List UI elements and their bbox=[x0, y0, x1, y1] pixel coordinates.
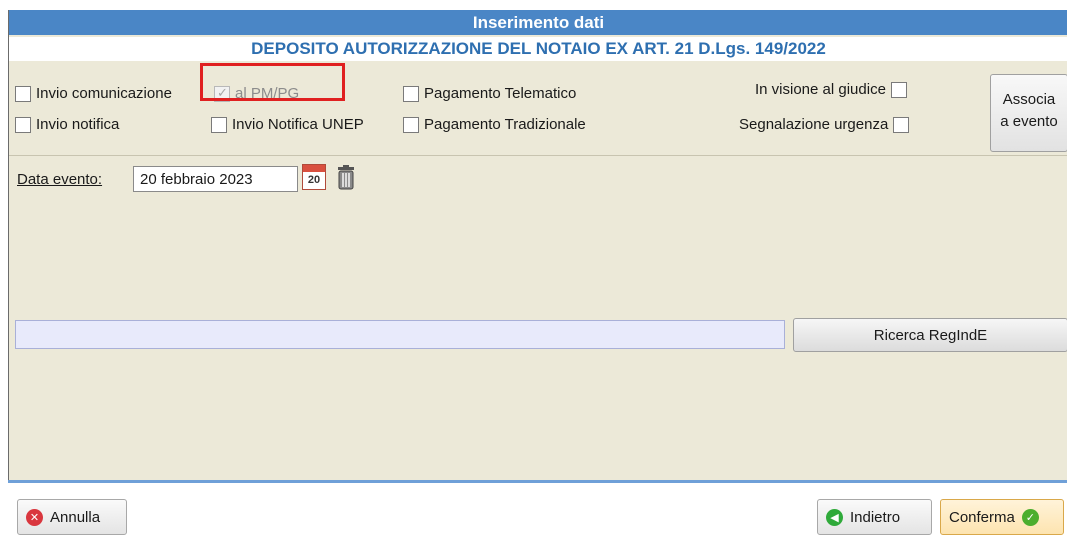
in-visione-giudice-label: In visione al giudice bbox=[755, 81, 886, 98]
indietro-button[interactable]: ◀ Indietro bbox=[817, 499, 932, 535]
indietro-label: Indietro bbox=[850, 508, 901, 526]
annulla-label: Annulla bbox=[50, 508, 101, 526]
calendar-icon[interactable]: 20 bbox=[302, 164, 326, 190]
check-circle-icon: ✓ bbox=[1021, 508, 1039, 526]
window-subtitle: DEPOSITO AUTORIZZAZIONE DEL NOTAIO EX AR… bbox=[9, 37, 1067, 61]
regind-search-input[interactable] bbox=[15, 320, 785, 349]
invio-notifica-unep-label: Invio Notifica UNEP bbox=[232, 116, 364, 133]
invio-notifica-label: Invio notifica bbox=[36, 116, 120, 133]
back-arrow-circle-icon: ◀ bbox=[826, 508, 843, 526]
window-title: Inserimento dati bbox=[9, 10, 1067, 35]
segnalazione-urgenza-checkbox[interactable] bbox=[893, 116, 910, 133]
inserimento-dati-window: Inserimento dati DEPOSITO AUTORIZZAZIONE… bbox=[8, 10, 1067, 480]
invio-comunicazione-option[interactable]: Invio comunicazione bbox=[15, 85, 172, 102]
invio-notifica-option[interactable]: Invio notifica bbox=[15, 116, 119, 133]
in-visione-giudice-checkbox[interactable] bbox=[890, 81, 907, 98]
ricerca-regindE-button[interactable]: Ricerca RegIndE bbox=[793, 318, 1067, 352]
pagamento-tradizionale-checkbox[interactable] bbox=[403, 116, 419, 133]
options-separator bbox=[9, 155, 1067, 156]
pagamento-telematico-label: Pagamento Telematico bbox=[424, 85, 577, 102]
invio-comunicazione-label: Invio comunicazione bbox=[36, 85, 172, 102]
conferma-button[interactable]: Conferma ✓ bbox=[940, 499, 1064, 535]
invio-notifica-checkbox[interactable] bbox=[15, 116, 31, 133]
invio-notifica-unep-checkbox[interactable] bbox=[211, 116, 227, 133]
conferma-label: Conferma bbox=[949, 508, 1015, 526]
pagamento-tradizionale-option[interactable]: Pagamento Tradizionale bbox=[403, 116, 586, 133]
calendar-day: 20 bbox=[307, 174, 321, 186]
segnalazione-urgenza-label: Segnalazione urgenza bbox=[739, 116, 889, 133]
segnalazione-urgenza-option[interactable]: Segnalazione urgenza bbox=[739, 116, 910, 133]
al-pm-pg-label: al PM/PG bbox=[235, 85, 300, 102]
pagamento-telematico-option[interactable]: Pagamento Telematico bbox=[403, 85, 576, 102]
associa-line2: a evento bbox=[1000, 113, 1058, 130]
data-evento-label: Data evento: bbox=[17, 171, 103, 188]
pagamento-telematico-checkbox[interactable] bbox=[403, 85, 419, 102]
associa-evento-button[interactable]: Associa a evento bbox=[990, 74, 1067, 152]
pagamento-tradizionale-label: Pagamento Tradizionale bbox=[424, 116, 586, 133]
cancel-circle-icon: ✕ bbox=[26, 508, 43, 526]
in-visione-giudice-option[interactable]: In visione al giudice bbox=[755, 81, 907, 98]
al-pm-pg-option: al PM/PG bbox=[214, 85, 299, 102]
associa-line1: Associa bbox=[1002, 91, 1056, 108]
invio-comunicazione-checkbox[interactable] bbox=[15, 85, 31, 102]
trash-icon[interactable] bbox=[336, 164, 356, 190]
invio-notifica-unep-option[interactable]: Invio Notifica UNEP bbox=[211, 116, 364, 133]
al-pm-pg-checkbox bbox=[214, 85, 230, 102]
data-evento-field[interactable]: 20 febbraio 2023 bbox=[133, 166, 298, 192]
annulla-button[interactable]: ✕ Annulla bbox=[17, 499, 127, 535]
